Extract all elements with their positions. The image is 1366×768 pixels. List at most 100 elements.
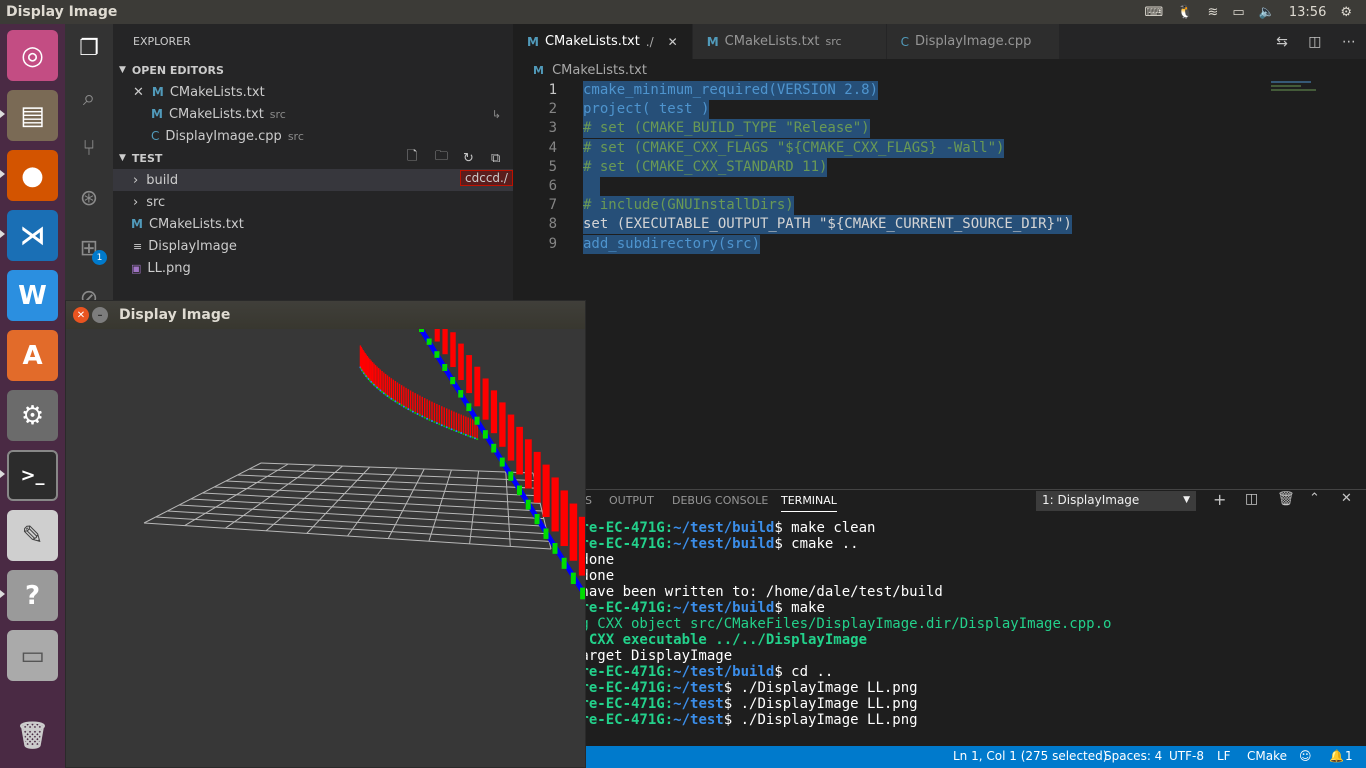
wifi-icon[interactable]: ≋ — [1207, 5, 1218, 20]
battery-icon[interactable]: ▭ — [1232, 5, 1244, 20]
breadcrumb[interactable]: M CMakeLists.txt — [533, 63, 647, 78]
pose-pole — [569, 503, 578, 561]
code-line[interactable]: 9 add_subdirectory(src) — [513, 234, 1366, 254]
split-editor-icon[interactable]: ◫ — [1308, 34, 1321, 50]
indentation[interactable]: Spaces: 4 — [1104, 749, 1162, 763]
tab-label: CMakeLists.txt — [724, 34, 820, 49]
code-line[interactable]: 4 # set (CMAKE_CXX_FLAGS "${CMAKE_CXX_FLA… — [513, 138, 1366, 158]
code-editor[interactable]: M CMakeLists.txt 1 cmake_minimum_required… — [513, 59, 1366, 489]
arc-point — [381, 390, 384, 393]
volume-icon[interactable]: 🔈 — [1259, 5, 1275, 20]
line-number: 8 — [548, 216, 557, 233]
tab-debug-console[interactable]: DEBUG CONSOLE — [672, 494, 768, 507]
new-terminal-icon[interactable]: + — [1213, 490, 1226, 509]
feedback-icon[interactable]: ☺ — [1299, 749, 1312, 763]
prompt-dir: ~/test/build — [673, 664, 775, 680]
tab-terminal[interactable]: TERMINAL — [781, 494, 837, 512]
display-window-titlebar[interactable]: ✕ – Display Image — [66, 301, 585, 329]
open-editor-item[interactable]: C DisplayImage.cpp src — [113, 125, 513, 147]
tab-output[interactable]: OUTPUT — [609, 494, 654, 507]
arc-point — [473, 437, 476, 440]
arc-point — [396, 401, 399, 404]
code-line[interactable]: 3 # set (CMAKE_BUILD_TYPE "Release") — [513, 119, 1366, 139]
wps-writer-icon[interactable]: W — [7, 270, 58, 321]
extensions-icon[interactable]: ⊞ — [65, 228, 113, 268]
system-settings-icon[interactable]: ⚙ — [7, 390, 58, 441]
code-line[interactable]: 5 # set (CMAKE_CXX_STANDARD 11) — [513, 157, 1366, 177]
cpp-file-icon: C — [900, 34, 909, 49]
clock[interactable]: 13:56 — [1289, 5, 1326, 20]
tree-item-displayimage[interactable]: ≡ DisplayImage — [113, 235, 513, 257]
line-number: 1 — [548, 82, 557, 98]
keyboard-icon[interactable]: ⌨ — [1145, 5, 1164, 20]
open-changes-icon[interactable]: ⇆ — [1276, 34, 1288, 50]
tree-item-src[interactable]: › src — [113, 191, 513, 213]
tree-item-label: build — [146, 172, 179, 188]
tree-item-build[interactable]: › build cdccd./ — [113, 169, 513, 191]
new-folder-icon[interactable]: 🗀 — [435, 147, 448, 169]
tree-item-llpng[interactable]: ▣ LL.png — [113, 257, 513, 279]
search-icon[interactable]: ⌕ — [65, 78, 113, 118]
files-icon[interactable]: ▤ — [7, 90, 58, 141]
arc-point — [411, 410, 414, 413]
arc-point — [428, 418, 431, 421]
line-ending[interactable]: LF — [1217, 749, 1231, 763]
close-icon[interactable]: ✕ — [668, 35, 678, 49]
code-line[interactable]: 2 project( test ) — [513, 100, 1366, 120]
open-editor-item[interactable]: M CMakeLists.txt src ↳ — [113, 103, 513, 125]
cursor-position[interactable]: Ln 1, Col 1 (275 selected) — [953, 749, 1107, 763]
open-editor-name: CMakeLists.txt — [168, 106, 264, 122]
pose-pole — [434, 329, 440, 342]
text-editor-icon[interactable]: ✎ — [7, 510, 58, 561]
pose-pole — [542, 464, 550, 517]
arc-point — [430, 419, 433, 422]
terminal-select[interactable]: 1: DisplayImage ▼ — [1036, 491, 1196, 511]
open-editor-name: DisplayImage.cpp — [165, 128, 282, 144]
bell-icon[interactable]: 🔔 — [1329, 749, 1344, 763]
close-panel-icon[interactable]: ✕ — [1341, 491, 1352, 506]
maximize-panel-icon[interactable]: ⌃ — [1309, 491, 1320, 506]
split-terminal-icon[interactable]: ◫ — [1245, 491, 1258, 507]
tux-icon[interactable]: 🐧 — [1177, 5, 1193, 20]
disk-icon[interactable]: ▭ — [7, 630, 58, 681]
tab-problems[interactable]: S — [585, 494, 592, 507]
close-icon[interactable]: ✕ — [133, 85, 144, 100]
code-line[interactable]: 8 set (EXECUTABLE_OUTPUT_PATH "${CMAKE_CU… — [513, 215, 1366, 235]
minimize-icon[interactable]: – — [92, 307, 108, 323]
new-file-icon[interactable]: 🗋 — [407, 147, 417, 169]
code-line[interactable]: 6 — [513, 177, 1366, 196]
minimap[interactable] — [1271, 79, 1341, 99]
open-editor-item[interactable]: ✕ M CMakeLists.txt — [113, 81, 513, 103]
kill-terminal-icon[interactable]: 🗑 — [1277, 491, 1295, 507]
open-editor-name: CMakeLists.txt — [169, 84, 265, 100]
software-center-icon[interactable]: A — [7, 330, 58, 381]
ubuntu-dash-icon[interactable]: ◎ — [7, 30, 58, 81]
source-control-icon[interactable]: ⑂ — [65, 128, 113, 168]
trash-icon[interactable]: 🗑 — [7, 710, 58, 761]
split-icon[interactable]: ↳ — [492, 108, 501, 121]
terminal-output[interactable]: ale-Aspire-EC-471G:~/test/build$ make cl… — [513, 520, 1366, 740]
encoding[interactable]: UTF-8 — [1169, 749, 1204, 763]
collapse-icon[interactable]: ⧉ — [491, 151, 500, 166]
arc-point — [457, 431, 460, 434]
terminal-icon[interactable]: >_ — [7, 450, 58, 501]
tab-cmakelists-root[interactable]: M CMakeLists.txt ./ ✕ — [513, 24, 693, 59]
more-actions-icon[interactable]: ⋯ — [1342, 34, 1356, 50]
explorer-icon[interactable]: ❐ — [65, 28, 113, 68]
gear-icon[interactable]: ⚙ — [1340, 5, 1352, 20]
pose-marker — [525, 499, 531, 510]
refresh-icon[interactable]: ↻ — [463, 151, 474, 166]
tree-item-cmakelists[interactable]: M CMakeLists.txt — [113, 213, 513, 235]
open-editors-header[interactable]: ▼ OPEN EDITORS — [113, 59, 513, 81]
code-line[interactable]: 1 cmake_minimum_required(VERSION 2.8) — [513, 81, 1366, 100]
firefox-icon[interactable]: ● — [7, 150, 58, 201]
help-icon[interactable]: ? — [7, 570, 58, 621]
tab-displayimage-cpp[interactable]: C DisplayImage.cpp — [886, 24, 1061, 59]
debug-icon[interactable]: ⊛ — [65, 178, 113, 218]
folder-header[interactable]: ▼ TEST 🗋 🗀 ↻ ⧉ — [113, 147, 513, 169]
language-mode[interactable]: CMake — [1247, 749, 1287, 763]
tab-cmakelists-src[interactable]: M CMakeLists.txt src — [692, 24, 887, 59]
code-line[interactable]: 7 # include(GNUInstallDirs) — [513, 196, 1366, 216]
vscode-icon[interactable]: ⋊ — [7, 210, 58, 261]
close-icon[interactable]: ✕ — [73, 307, 89, 323]
